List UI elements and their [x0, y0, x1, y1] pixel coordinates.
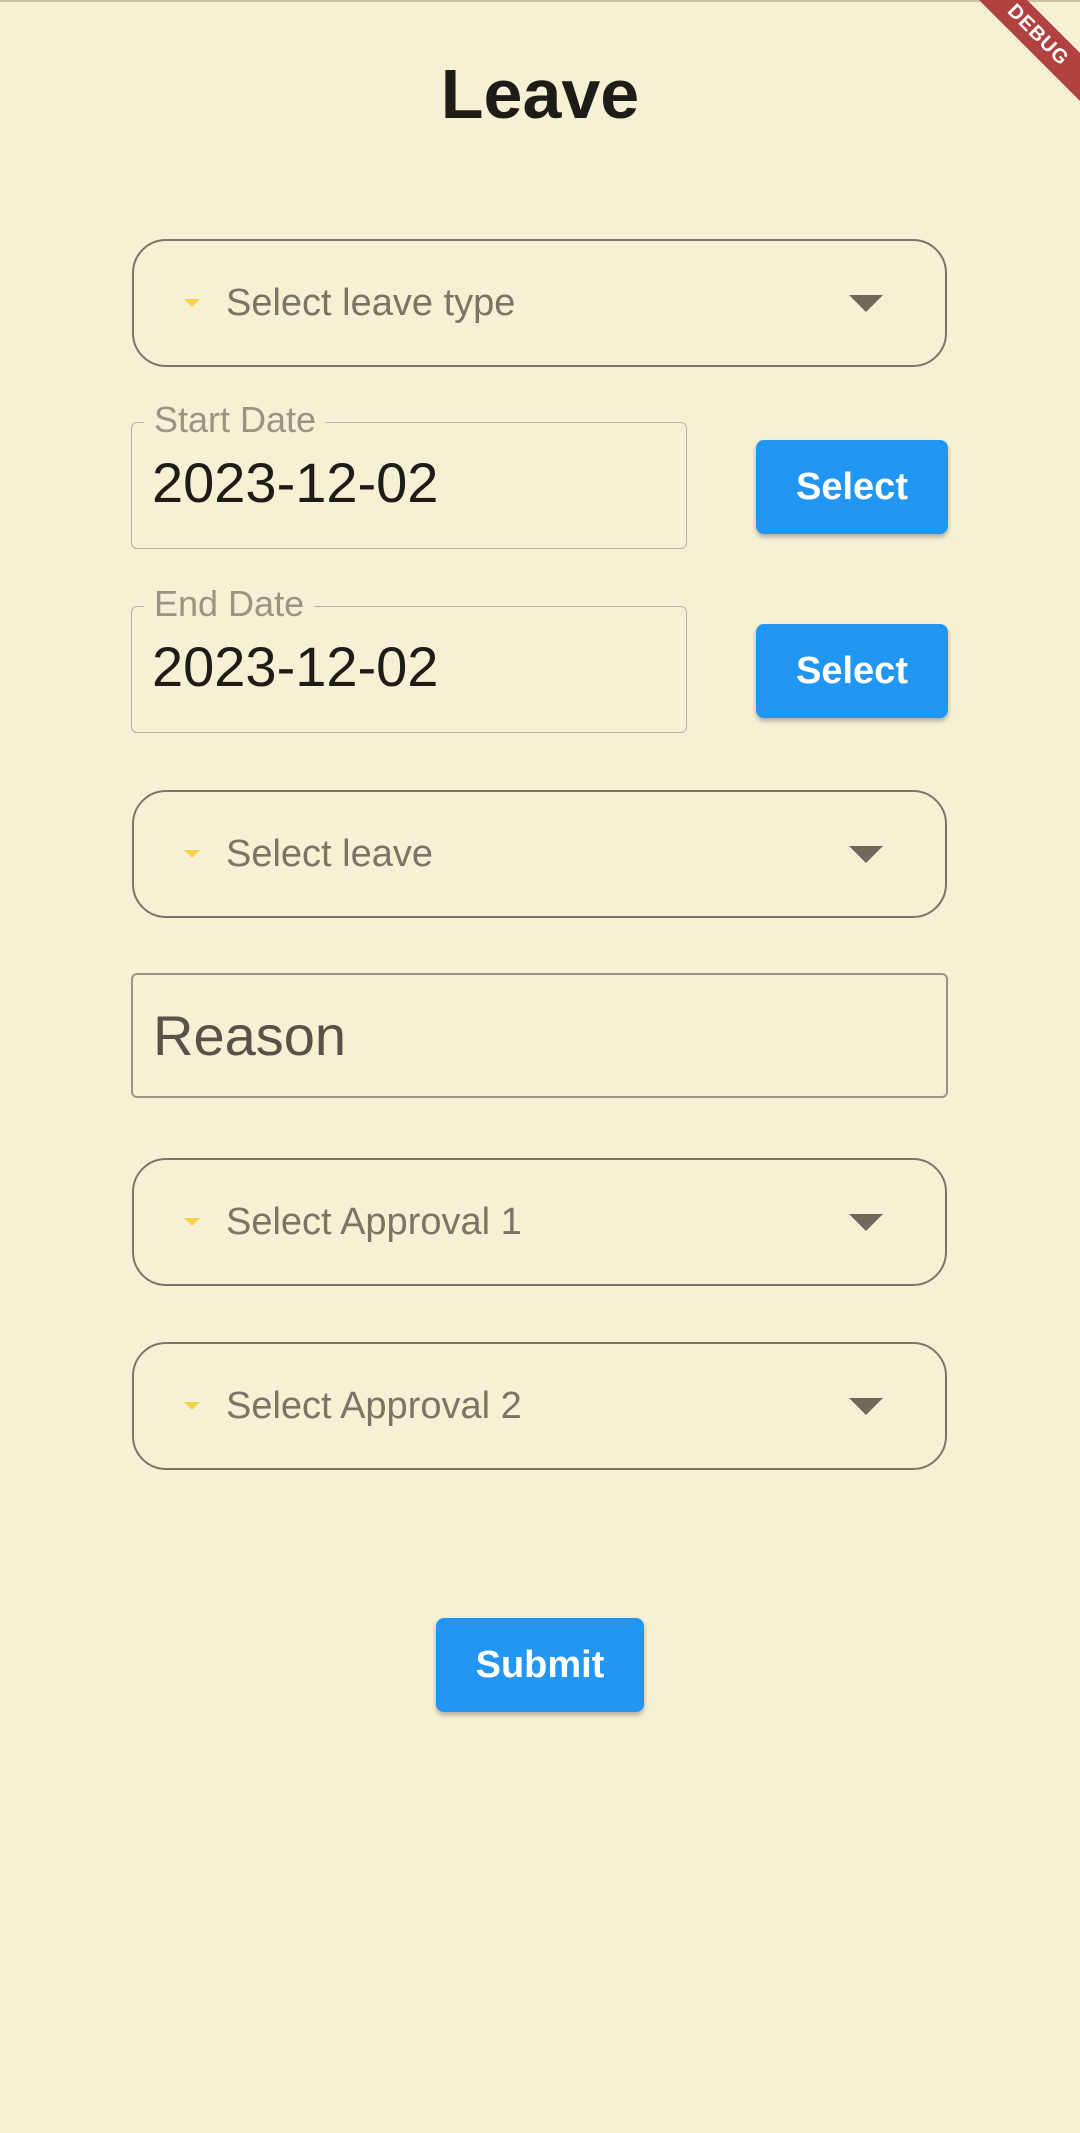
end-date-value: 2023-12-02 — [152, 635, 439, 698]
leave-dropdown[interactable]: Select leave — [132, 790, 947, 918]
reason-input[interactable]: Reason — [131, 973, 948, 1098]
arrow-drop-down-icon — [184, 1402, 200, 1410]
arrow-drop-down-icon — [184, 850, 200, 858]
caret-down-icon — [849, 1213, 883, 1231]
caret-down-icon — [849, 845, 883, 863]
start-date-select-button[interactable]: Select — [756, 440, 948, 534]
start-date-value: 2023-12-02 — [152, 451, 439, 514]
arrow-drop-down-icon — [184, 1218, 200, 1226]
end-date-label: End Date — [144, 580, 315, 628]
start-date-label: Start Date — [144, 396, 327, 444]
page-title: Leave — [440, 55, 640, 133]
approval-1-placeholder: Select Approval 1 — [226, 1200, 522, 1243]
leave-type-placeholder: Select leave type — [226, 281, 516, 324]
approval-2-placeholder: Select Approval 2 — [226, 1384, 522, 1427]
arrow-drop-down-icon — [184, 299, 200, 307]
leave-type-dropdown[interactable]: Select leave type — [132, 239, 947, 367]
caret-down-icon — [849, 294, 883, 312]
end-date-field[interactable]: End Date 2023-12-02 — [131, 580, 687, 733]
leave-placeholder: Select leave — [226, 832, 434, 875]
reason-placeholder: Reason — [153, 1004, 347, 1067]
start-date-field[interactable]: Start Date 2023-12-02 — [131, 396, 687, 549]
approval-2-dropdown[interactable]: Select Approval 2 — [132, 1342, 947, 1470]
approval-1-dropdown[interactable]: Select Approval 1 — [132, 1158, 947, 1286]
submit-button[interactable]: Submit — [436, 1618, 644, 1712]
end-date-select-button[interactable]: Select — [756, 624, 948, 718]
top-divider — [0, 0, 1080, 2]
caret-down-icon — [849, 1397, 883, 1415]
